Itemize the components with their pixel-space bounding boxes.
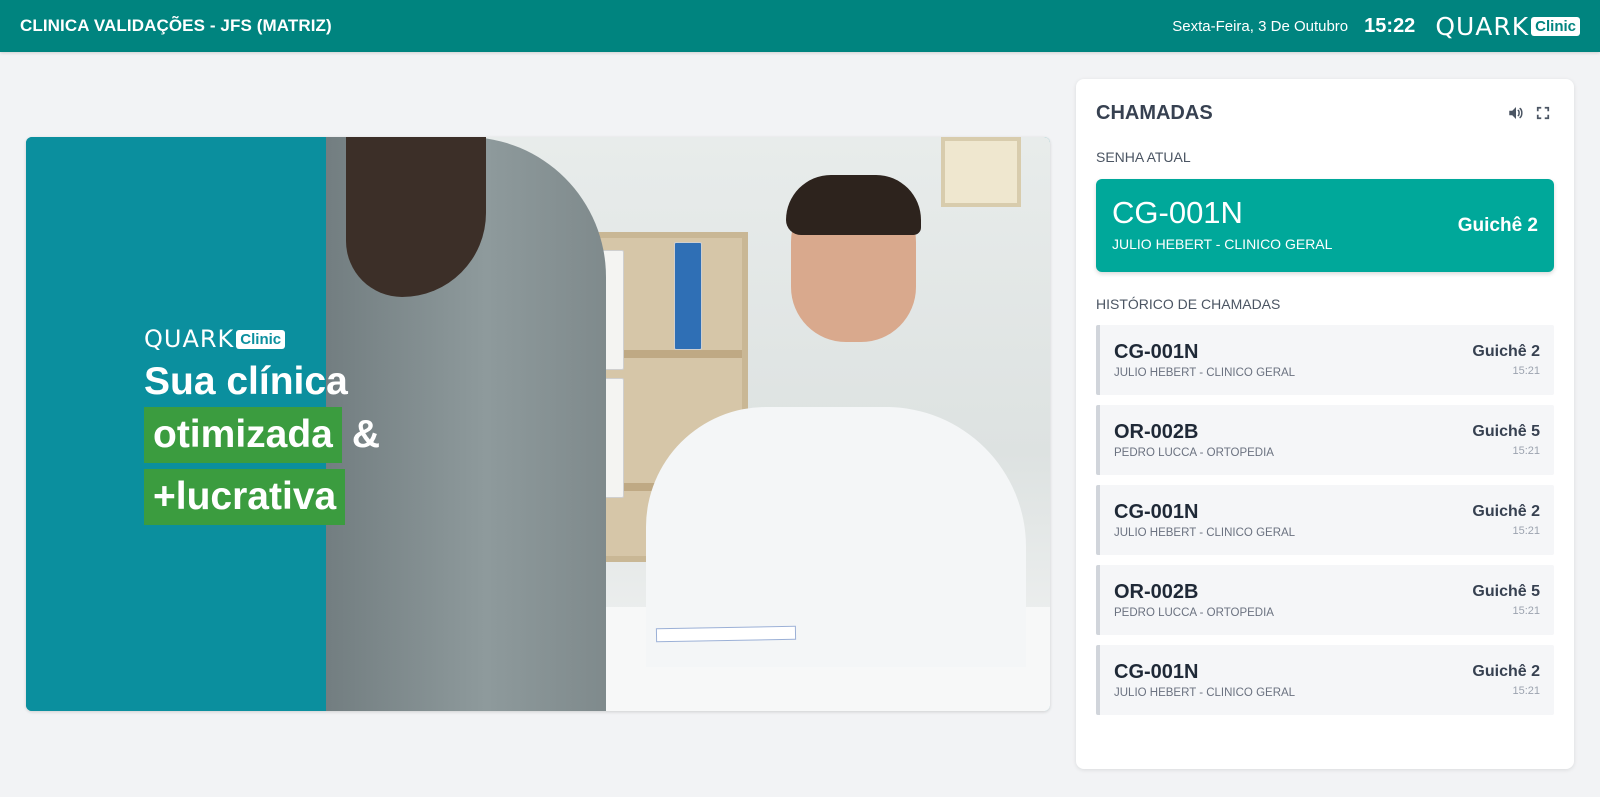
binder (674, 242, 702, 350)
logo-word: QUARK (1435, 11, 1530, 41)
history-doctor: JULIO HEBERT - CLINICO GERAL (1114, 527, 1296, 539)
doctor-consultation-photo (326, 137, 1050, 711)
history-time: 15:21 (1512, 445, 1540, 457)
history-window: Guichê 2 (1472, 663, 1540, 680)
quark-clinic-logo: QUARK Clinic (1435, 12, 1580, 41)
banner-logo-word: QUARK (144, 325, 235, 353)
current-ticket-doctor: JULIO HEBERT - CLINICO GERAL (1112, 236, 1333, 252)
history-window: Guichê 5 (1472, 583, 1540, 600)
clinic-name: CLINICA VALIDAÇÕES - JFS (MATRIZ) (20, 16, 332, 35)
history-code: CG-001N (1114, 341, 1199, 363)
current-time: 15:22 (1364, 14, 1416, 37)
history-item: OR-002B PEDRO LUCCA - ORTOPEDIA Guichê 5… (1096, 405, 1554, 475)
history-code: OR-002B (1114, 581, 1199, 603)
fullscreen-icon[interactable] (1532, 102, 1554, 124)
banner-headline-line1: Sua clínica (144, 360, 348, 403)
calls-panel-header: CHAMADAS (1096, 101, 1554, 125)
history-item: CG-001N JULIO HEBERT - CLINICO GERAL Gui… (1096, 485, 1554, 555)
banner-ampersand: & (351, 413, 381, 456)
calls-panel: CHAMADAS SENHA ATUAL CG-001N JULIO HEBER… (1076, 79, 1574, 769)
history-item: CG-001N JULIO HEBERT - CLINICO GERAL Gui… (1096, 645, 1554, 715)
history-doctor: JULIO HEBERT - CLINICO GERAL (1114, 367, 1296, 379)
calls-title: CHAMADAS (1096, 101, 1213, 124)
banner-logo-pill: Clinic (236, 329, 286, 349)
history-time: 15:21 (1512, 685, 1540, 697)
history-time: 15:21 (1512, 605, 1540, 617)
volume-icon[interactable] (1505, 102, 1527, 124)
history-time: 15:21 (1512, 365, 1540, 377)
history-item: OR-002B PEDRO LUCCA - ORTOPEDIA Guichê 5… (1096, 565, 1554, 635)
top-bar-right: Sexta-Feira, 3 De Outubro 15:22 QUARK Cl… (1172, 12, 1580, 41)
history-code: CG-001N (1114, 501, 1199, 523)
history-window: Guichê 5 (1472, 423, 1540, 440)
logo-pill: Clinic (1531, 16, 1580, 36)
banner-logo: QUARK Clinic (144, 325, 380, 353)
history-window: Guichê 2 (1472, 503, 1540, 520)
history-doctor: PEDRO LUCCA - ORTOPEDIA (1114, 447, 1274, 459)
current-ticket-window: Guichê 2 (1457, 215, 1538, 236)
doctor-hair (786, 175, 921, 235)
current-ticket-label: SENHA ATUAL (1096, 149, 1191, 165)
history-doctor: PEDRO LUCCA - ORTOPEDIA (1114, 607, 1274, 619)
history-item: CG-001N JULIO HEBERT - CLINICO GERAL Gui… (1096, 325, 1554, 395)
current-ticket-code: CG-001N (1112, 195, 1243, 230)
history-time: 15:21 (1512, 525, 1540, 537)
history-label: HISTÓRICO DE CHAMADAS (1096, 296, 1281, 312)
current-ticket-card: CG-001N JULIO HEBERT - CLINICO GERAL Gui… (1096, 179, 1554, 272)
banner-highlight-otimizada: otimizada (144, 407, 342, 463)
top-bar: CLINICA VALIDAÇÕES - JFS (MATRIZ) Sexta-… (0, 0, 1600, 52)
history-code: OR-002B (1114, 421, 1199, 443)
history-window: Guichê 2 (1472, 343, 1540, 360)
banner-headline-line3: +lucrativa (144, 469, 380, 525)
clipboard (655, 625, 797, 643)
panel-controls (1500, 102, 1554, 124)
promo-banner: QUARK Clinic Sua clínica otimizada & +lu… (26, 137, 1050, 711)
banner-text: QUARK Clinic Sua clínica otimizada & +lu… (144, 325, 380, 525)
history-doctor: JULIO HEBERT - CLINICO GERAL (1114, 687, 1296, 699)
history-code: CG-001N (1114, 661, 1199, 683)
banner-headline-line2: otimizada & (144, 407, 380, 463)
banner-highlight-lucrativa: +lucrativa (144, 469, 346, 525)
wall-certificate (941, 137, 1021, 207)
current-date: Sexta-Feira, 3 De Outubro (1172, 17, 1349, 35)
